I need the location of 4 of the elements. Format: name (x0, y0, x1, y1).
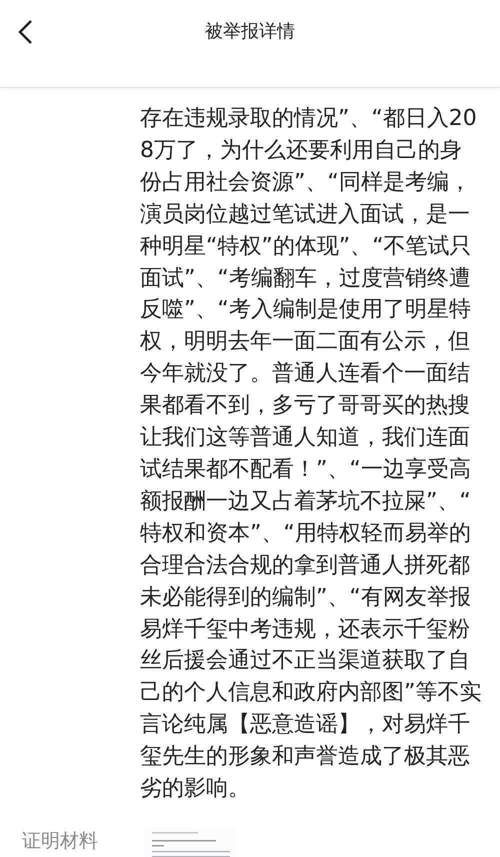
report-text: 存在违规录取的情况”、“都日入208万了，为什么还要利用自己的身份占用社会资源”、“同样是考编，演员岗位越过笔试进入面试，是一种明星“特权”的体现”、“不笔试只面试”、“考编翻车，过度营销终遭反噬”、“考入编制是使用了明星特权，明明去年一面二面有公示，但今年就没了。普通人连看个一面结果都看不到，多亏了哥哥买的热搜让我们这等普通人知道，我们连面试结果都不配看！”、“一边享受高额报酬一边又占着茅坑不拉屎”、“特权和资本”、“用特权轻而易举的合理合法合规的拿到普通人拼死都未必能得到的编制”、“有网友举报易烊千玺中考违规，还表示千玺粉丝后援会通过不正当渠道获取了自己的个人信息和政府内部图”等不实言论纯属【恶意造谣】，对易烊千玺先生的形象和声誉造成了极其恶劣的影响。 (140, 105, 482, 804)
back-icon[interactable] (16, 19, 34, 45)
page-title: 被举报详情 (204, 20, 296, 44)
evidence-label: 证明材料 (22, 828, 98, 854)
